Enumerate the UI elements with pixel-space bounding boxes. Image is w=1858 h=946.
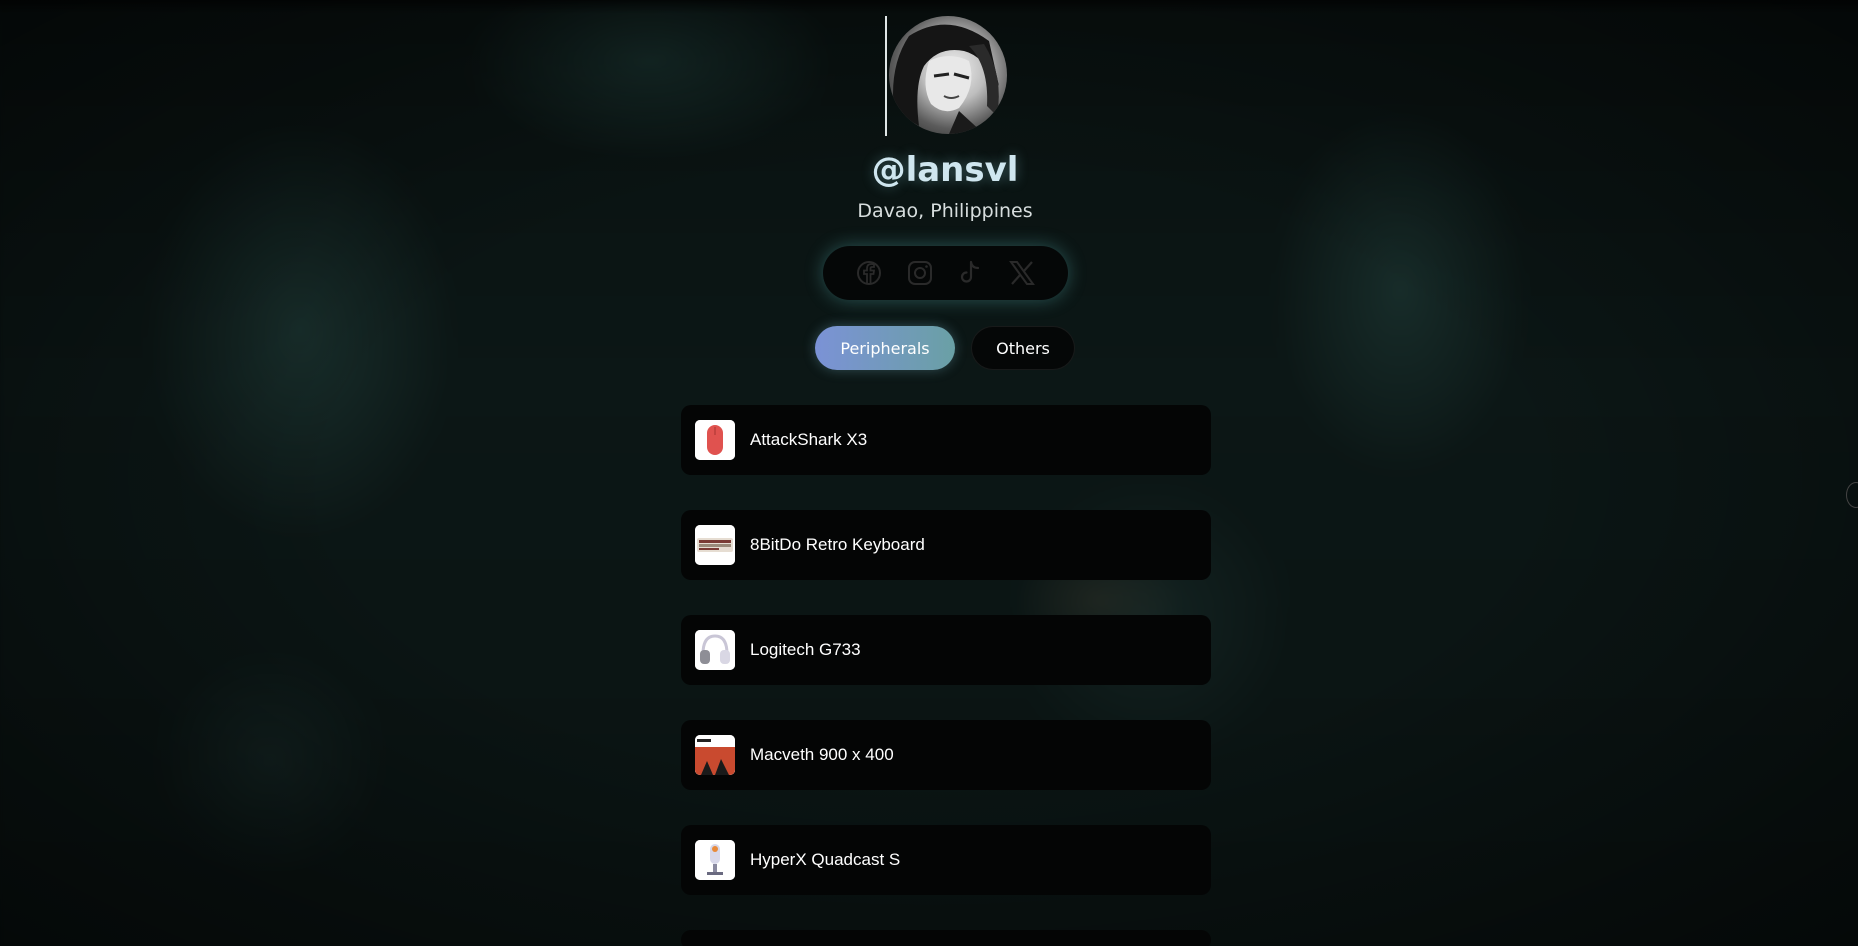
tab-others[interactable]: Others (971, 326, 1075, 370)
location: Davao, Philippines (857, 200, 1033, 222)
mousepad-thumbnail (695, 735, 735, 775)
username: @lansvl (871, 150, 1019, 190)
profile-page: @lansvl Davao, Philippines Peripherals O… (0, 0, 1858, 946)
list-item-logitech-g733[interactable]: Logitech G733 (681, 615, 1211, 685)
item-label: HyperX Quadcast S (750, 850, 901, 869)
list-item-partial[interactable] (681, 930, 1211, 946)
tiktok-icon[interactable] (954, 256, 988, 290)
peripherals-list: AttackShark X3 8BitDo Retro Keyboard Log… (681, 405, 1211, 946)
keyboard-thumbnail (695, 525, 735, 565)
avatar-divider (885, 16, 887, 136)
avatar (889, 16, 1007, 134)
tab-peripherals[interactable]: Peripherals (815, 326, 955, 370)
microphone-thumbnail (695, 840, 735, 880)
item-label: 8BitDo Retro Keyboard (750, 535, 925, 554)
social-links-bar (823, 246, 1068, 300)
mouse-thumbnail (695, 420, 735, 460)
avatar-container (885, 16, 1007, 136)
headset-thumbnail (695, 630, 735, 670)
facebook-icon[interactable] (852, 256, 886, 290)
side-scroll-indicator[interactable] (1846, 482, 1858, 508)
instagram-icon[interactable] (903, 256, 937, 290)
list-item-macveth-900x400[interactable]: Macveth 900 x 400 (681, 720, 1211, 790)
item-label: Macveth 900 x 400 (750, 745, 894, 764)
item-label: Logitech G733 (750, 640, 861, 659)
item-label: AttackShark X3 (750, 430, 868, 449)
list-item-8bitdo-retro-keyboard[interactable]: 8BitDo Retro Keyboard (681, 510, 1211, 580)
list-item-attackshark-x3[interactable]: AttackShark X3 (681, 405, 1211, 475)
list-item-hyperx-quadcast-s[interactable]: HyperX Quadcast S (681, 825, 1211, 895)
x-icon[interactable] (1005, 256, 1039, 290)
category-tabs: Peripherals Others (815, 326, 1075, 370)
